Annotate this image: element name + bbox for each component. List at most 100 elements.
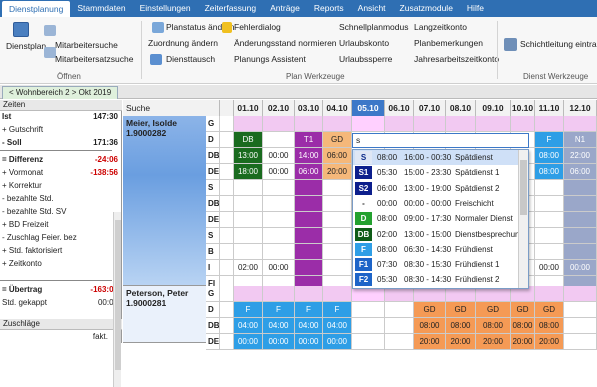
menu-reports[interactable]: Reports — [307, 0, 351, 17]
date-header[interactable]: 01.10 — [234, 100, 263, 116]
schedule-cell[interactable]: N1 — [564, 132, 597, 148]
planbemerkungen-button[interactable]: Planbemerkungen — [414, 38, 483, 48]
schedule-cell[interactable]: 20:00 — [446, 334, 476, 350]
schedule-cell[interactable] — [352, 318, 385, 334]
schedule-cell[interactable] — [511, 116, 535, 132]
schedule-cell[interactable] — [385, 334, 414, 350]
schedule-cell[interactable] — [234, 286, 263, 302]
schedule-cell[interactable]: 06:00 — [295, 164, 323, 180]
dropdown-item[interactable]: D 08:00 09:00 - 17:30 Normaler Dienst — [353, 211, 519, 226]
date-header[interactable]: 03.10 — [295, 100, 323, 116]
schedule-cell[interactable] — [323, 180, 352, 196]
date-header[interactable]: 10.10 — [511, 100, 535, 116]
schedule-cell[interactable]: F — [263, 302, 295, 318]
schedule-cell[interactable]: 08:00 — [446, 318, 476, 334]
schedule-cell[interactable] — [323, 260, 352, 276]
document-tab[interactable]: < Wohnbereich 2 > Okt 2019 — [2, 86, 119, 99]
schedule-cell[interactable]: 08:00 — [476, 318, 511, 334]
dienstplan-button[interactable]: Dienstplan — [6, 41, 46, 51]
scrollbar-thumb[interactable] — [115, 220, 121, 370]
dropdown-item[interactable]: S1 05:30 15:00 - 23:30 Spätdienst 1 — [353, 165, 519, 180]
schedule-cell[interactable]: 22:00 — [564, 148, 597, 164]
schedule-cell[interactable] — [295, 116, 323, 132]
schedule-cell[interactable]: 20:00 — [511, 334, 535, 350]
mitarbeitersuche-button[interactable]: Mitarbeitersuche — [55, 40, 118, 50]
schedule-cell[interactable] — [446, 116, 476, 132]
date-header[interactable]: 02.10 — [263, 100, 295, 116]
date-header[interactable]: 12.10 — [564, 100, 597, 116]
schedule-cell[interactable]: T1 — [295, 132, 323, 148]
schedule-cell[interactable] — [385, 318, 414, 334]
schedule-cell[interactable] — [234, 228, 263, 244]
schedule-cell[interactable] — [564, 180, 597, 196]
menu-hilfe[interactable]: Hilfe — [460, 0, 491, 17]
schedule-cell[interactable]: 02:00 — [234, 260, 263, 276]
schedule-cell[interactable] — [295, 260, 323, 276]
schedule-cell[interactable] — [263, 180, 295, 196]
schedule-cell[interactable] — [295, 180, 323, 196]
schedule-cell[interactable] — [234, 116, 263, 132]
schedule-cell[interactable]: F — [234, 302, 263, 318]
schedule-cell[interactable] — [323, 196, 352, 212]
schedule-cell[interactable]: 20:00 — [476, 334, 511, 350]
schedule-cell[interactable] — [535, 244, 564, 260]
dropdown-item[interactable]: F1 07:30 08:30 - 15:30 Frühdienst 1 — [353, 257, 519, 272]
schedule-cell[interactable] — [352, 334, 385, 350]
schedule-cell[interactable]: 00:00 — [535, 260, 564, 276]
menu-antraege[interactable]: Anträge — [263, 0, 307, 17]
schedule-cell[interactable] — [564, 116, 597, 132]
date-header[interactable]: 07.10 — [414, 100, 446, 116]
schedule-cell[interactable]: 04:00 — [263, 318, 295, 334]
schedule-cell[interactable]: 00:00 — [263, 260, 295, 276]
schedule-cell[interactable] — [234, 212, 263, 228]
menu-einstellungen[interactable]: Einstellungen — [133, 0, 198, 17]
menu-ansicht[interactable]: Ansicht — [351, 0, 393, 17]
fehlerdialog-button[interactable]: Fehlerdialog — [234, 22, 281, 32]
mitarbeitersatzsuche-button[interactable]: Mitarbeitersatzsuche — [55, 54, 133, 64]
schedule-cell[interactable]: 08:00 — [511, 318, 535, 334]
schedule-cell[interactable]: 14:00 — [295, 148, 323, 164]
schedule-cell[interactable] — [263, 132, 295, 148]
schedule-cell[interactable] — [263, 228, 295, 244]
schedule-cell[interactable] — [323, 244, 352, 260]
dropdown-item[interactable]: S 08:00 16:00 - 00:30 Spätdienst — [353, 150, 519, 165]
schedule-cell[interactable] — [234, 244, 263, 260]
schedule-cell[interactable]: 00:00 — [323, 334, 352, 350]
aenderungsstand-button[interactable]: Änderungsstand normieren — [234, 38, 337, 48]
dropdown-item[interactable]: DB 02:00 13:00 - 15:00 Dienstbesprechun — [353, 227, 519, 242]
schedule-cell[interactable] — [564, 196, 597, 212]
dropdown-scrollbar[interactable] — [518, 150, 528, 288]
jahresarbeitszeitkonto-button[interactable]: Jahresarbeitszeitkonto — [414, 54, 499, 64]
schedule-cell[interactable] — [564, 286, 597, 302]
schedule-cell[interactable]: 20:00 — [414, 334, 446, 350]
schedule-cell[interactable] — [323, 212, 352, 228]
dropdown-item[interactable]: -00:00 00:00 - 00:00 Freischicht — [353, 196, 519, 211]
schedule-cell[interactable] — [476, 116, 511, 132]
schichtleitung-button[interactable]: Schichtleitung eintra — [520, 39, 597, 49]
schedule-cell[interactable] — [385, 302, 414, 318]
schedule-cell[interactable] — [535, 116, 564, 132]
scrollbar-thumb[interactable] — [520, 160, 527, 215]
schedule-cell[interactable]: 00:00 — [295, 334, 323, 350]
schedule-cell[interactable]: 18:00 — [234, 164, 263, 180]
schedule-cell[interactable] — [564, 212, 597, 228]
schedule-cell[interactable] — [234, 180, 263, 196]
schedule-cell[interactable]: 00:00 — [564, 260, 597, 276]
person-block[interactable]: Peterson, Peter 1.9000281 — [123, 286, 206, 343]
dropdown-item[interactable]: S2 06:00 13:00 - 19:00 Spätdienst 2 — [353, 181, 519, 196]
schedule-cell[interactable]: 08:00 — [414, 318, 446, 334]
schedule-cell[interactable] — [535, 212, 564, 228]
schedule-cell[interactable]: F — [295, 302, 323, 318]
schedule-cell[interactable]: 08:00 — [535, 164, 564, 180]
schedule-cell[interactable]: GD — [414, 302, 446, 318]
schedule-cell[interactable] — [295, 244, 323, 260]
schedule-cell[interactable]: F — [323, 302, 352, 318]
schedule-cell[interactable]: 04:00 — [295, 318, 323, 334]
schnellplanmodus-button[interactable]: Schnellplanmodus — [339, 22, 408, 32]
menu-dienstplanung[interactable]: Dienstplanung — [2, 1, 71, 17]
schedule-cell[interactable] — [263, 244, 295, 260]
schedule-cell[interactable] — [564, 318, 597, 334]
schedule-cell[interactable] — [535, 228, 564, 244]
schedule-cell[interactable]: 00:00 — [263, 148, 295, 164]
date-header[interactable]: 06.10 — [385, 100, 414, 116]
